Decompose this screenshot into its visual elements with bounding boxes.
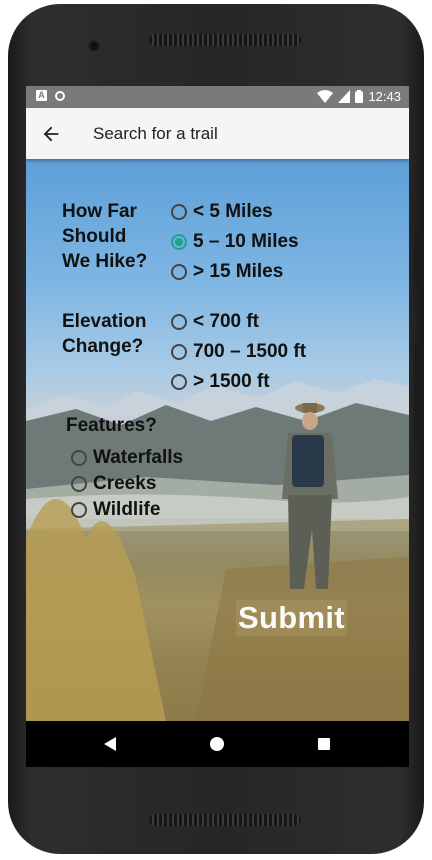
status-time: 12:43 [368, 89, 401, 104]
elevation-option-700-1500[interactable]: 700 – 1500 ft [171, 341, 306, 363]
option-label: 5 – 10 Miles [193, 231, 299, 252]
option-label: > 1500 ft [193, 371, 270, 392]
elevation-option-under-700[interactable]: < 700 ft [171, 311, 259, 333]
volume-button [414, 232, 420, 288]
option-label: Wildlife [93, 499, 161, 520]
recents-square-icon[interactable] [318, 738, 330, 750]
radio-button[interactable] [71, 476, 87, 492]
question-line: Should [62, 226, 127, 247]
front-camera [88, 40, 100, 52]
distance-question: How Far Should We Hike? [62, 199, 147, 274]
option-label: < 700 ft [193, 311, 260, 332]
status-bar: A 12:43 [26, 86, 409, 108]
question-line: Change? [62, 336, 144, 357]
question-line: How Far [62, 201, 137, 222]
radio-button[interactable] [171, 264, 187, 280]
features-question: Features? [66, 415, 157, 436]
app-bar: Search for a trail [26, 108, 409, 159]
back-triangle-icon[interactable] [104, 737, 116, 751]
question-line: We Hike? [62, 251, 148, 272]
bottom-speaker [149, 814, 301, 826]
feature-option-wildlife[interactable]: Wildlife [71, 499, 160, 521]
home-circle-icon[interactable] [210, 737, 224, 751]
top-speaker [149, 34, 301, 46]
distance-option-5-10[interactable]: 5 – 10 Miles [171, 231, 299, 253]
option-label: Creeks [93, 473, 157, 494]
submit-button[interactable]: Submit [236, 600, 347, 636]
page-title: Search for a trail [93, 124, 218, 143]
elevation-question: Elevation Change? [62, 309, 146, 359]
radio-button[interactable] [171, 314, 187, 330]
feature-option-waterfalls[interactable]: Waterfalls [71, 447, 183, 469]
wifi-icon [317, 90, 334, 103]
option-label: < 5 Miles [193, 201, 273, 222]
trail-search-form: How Far Should We Hike? < 5 Miles 5 – 10… [26, 159, 409, 721]
radio-button-checked[interactable] [171, 234, 187, 250]
radio-button[interactable] [171, 374, 187, 390]
feature-option-creeks[interactable]: Creeks [71, 473, 156, 495]
radio-button[interactable] [71, 502, 87, 518]
circle-notification-icon [55, 90, 65, 101]
radio-button[interactable] [171, 344, 187, 360]
arrow-back-icon[interactable] [40, 123, 62, 145]
radio-button[interactable] [71, 450, 87, 466]
option-label: 700 – 1500 ft [193, 341, 307, 362]
radio-button[interactable] [171, 204, 187, 220]
option-label: > 15 Miles [193, 261, 284, 282]
signal-icon [338, 90, 351, 103]
option-label: Waterfalls [93, 447, 184, 468]
question-line: Elevation [62, 311, 147, 332]
distance-option-under-5[interactable]: < 5 Miles [171, 201, 273, 223]
a-notification-icon: A [36, 90, 47, 101]
screen: A 12:43 Search for a trail How Far Shoul… [26, 86, 409, 767]
system-nav-bar [26, 721, 409, 767]
power-button [414, 344, 420, 444]
battery-icon [355, 90, 364, 103]
elevation-option-over-1500[interactable]: > 1500 ft [171, 371, 270, 393]
distance-option-over-15[interactable]: > 15 Miles [171, 261, 283, 283]
